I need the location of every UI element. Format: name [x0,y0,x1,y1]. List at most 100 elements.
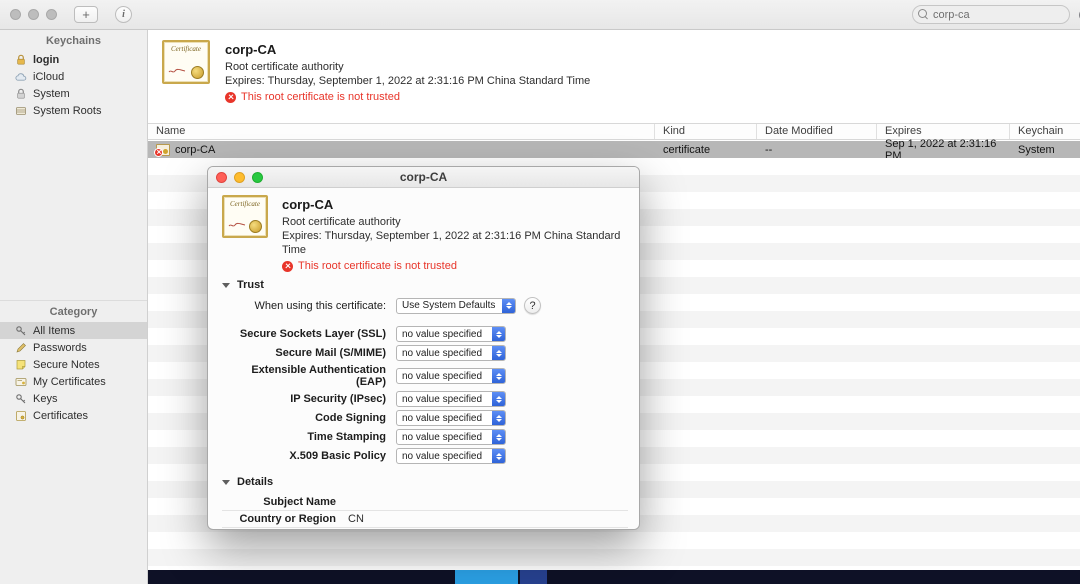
trust-section-toggle[interactable]: Trust [222,279,625,291]
certificate-icon [15,410,27,422]
search-input[interactable] [933,8,1075,21]
when-using-dropdown[interactable]: Use System Defaults [396,297,516,314]
policy-label-eap: Extensible Authentication (EAP) [251,364,386,388]
sidebar-item-label: Passwords [33,341,87,354]
country-value: CN [348,513,364,525]
taskbar-item[interactable] [520,570,547,584]
sidebar-item-label: My Certificates [33,375,106,388]
close-window-button[interactable] [10,9,21,20]
policy-value: no value specified [402,393,483,405]
keychains-header: Keychains [45,35,102,47]
trust-warning: This root certificate is not trusted [298,260,457,272]
stepper-icon [492,369,505,383]
collection-icon [15,105,27,117]
details-block: Subject Name Country or Region CN Common… [222,494,628,529]
certificate-expiry: Expires: Thursday, September 1, 2022 at … [225,75,591,87]
policy-label-time-stamping: Time Stamping [307,431,386,443]
certificate-expiry: Expires: Thursday, September 1, 2022 at … [282,230,621,256]
sidebar-item-label: All Items [33,324,76,337]
column-header-name[interactable]: Name [148,124,655,139]
sidebar-item-label: System Roots [33,104,102,117]
minimize-window-button[interactable] [28,9,39,20]
column-header-keychain[interactable]: Keychain [1010,124,1080,139]
stepper-icon [492,392,505,406]
keychain-access-window: + i Keychains login iCloud System [0,0,1080,584]
sidebar-item-system-roots[interactable]: System Roots [0,102,147,119]
sidebar-item-label: System [33,87,70,100]
row-date-modified: -- [765,143,773,156]
policy-dropdown-time-stamping[interactable]: no value specified [396,429,506,445]
certificate-name: corp-CA [282,197,334,212]
dialog-titlebar[interactable]: corp-CA [208,167,639,188]
policy-value: no value specified [402,328,483,340]
sidebar-item-label: iCloud [33,70,65,83]
policy-label-code-signing: Code Signing [315,412,386,424]
policy-value: no value specified [402,370,483,382]
details-section-label: Details [237,476,274,488]
sidebar-item-icloud[interactable]: iCloud [0,68,147,85]
when-using-value: Use System Defaults [402,300,496,311]
details-section-toggle[interactable]: Details [222,476,625,488]
disclosure-triangle-icon [222,479,230,485]
country-label: Country or Region [239,513,336,525]
pencil-icon [15,342,27,354]
sidebar-item-login[interactable]: login [0,51,147,68]
sidebar-item-certificates[interactable]: Certificates [0,407,147,424]
certificate-icon: Certificate [162,40,210,84]
disclosure-triangle-icon [222,282,230,288]
policy-value: no value specified [402,431,483,443]
sidebar-item-label: Keys [33,392,58,405]
row-kind: certificate [663,143,711,156]
help-button[interactable]: ? [524,297,541,314]
policy-label-ssl: Secure Sockets Layer (SSL) [239,328,386,340]
sidebar-item-all-items[interactable]: All Items [0,322,147,339]
policy-dropdown-smime[interactable]: no value specified [396,345,506,361]
policy-dropdown-code-signing[interactable]: no value specified [396,410,506,426]
table-row[interactable]: corp-CA certificate -- Sep 1, 2022 at 2:… [148,138,1080,162]
sidebar-item-passwords[interactable]: Passwords [0,339,147,356]
key-icon [15,393,27,405]
window-toolbar: + i [0,0,1080,30]
sidebar-item-secure-notes[interactable]: Secure Notes [0,356,147,373]
sidebar-item-my-certificates[interactable]: My Certificates [0,373,147,390]
stepper-icon [492,346,505,360]
dialog-certificate-summary: Certificate corp-CA Root certificate aut… [222,195,625,272]
column-header-kind[interactable]: Kind [655,124,757,139]
add-item-button[interactable]: + [74,6,98,23]
policy-label-ipsec: IP Security (IPsec) [290,393,386,405]
taskbar-active-item[interactable] [455,570,518,584]
policy-dropdown-eap[interactable]: no value specified [396,368,506,384]
sidebar-item-keys[interactable]: Keys [0,390,147,407]
policy-label-smime: Secure Mail (S/MIME) [275,347,386,359]
sidebar-item-system[interactable]: System [0,85,147,102]
subject-name-header: Subject Name [263,496,336,508]
category-header: Category [0,300,147,322]
sidebar: Keychains login iCloud System System Roo… [0,30,148,584]
zoom-window-button[interactable] [46,9,57,20]
error-icon [225,91,236,103]
certificate-kind: Root certificate authority [225,61,344,73]
lock-icon [15,88,27,100]
policy-value: no value specified [402,450,483,462]
dialog-title: corp-CA [399,170,448,184]
card-icon [15,376,27,388]
key-icon [15,325,27,337]
stepper-icon [502,298,515,313]
host-taskbar [148,570,1080,584]
stepper-icon [492,411,505,425]
search-field[interactable] [912,5,1080,24]
search-icon [918,9,929,20]
policy-dropdown-ssl[interactable]: no value specified [396,326,506,342]
seal-icon [249,220,262,233]
cloud-icon [15,71,27,83]
sidebar-item-label: login [33,53,60,66]
certificate-icon: Certificate [222,195,268,238]
lock-icon [15,54,27,66]
policy-value: no value specified [402,412,483,424]
info-button[interactable]: i [115,6,132,23]
row-name: corp-CA [175,143,216,156]
policy-dropdown-ipsec[interactable]: no value specified [396,391,506,407]
policy-dropdown-x509[interactable]: no value specified [396,448,506,464]
column-header-date-modified[interactable]: Date Modified [757,124,877,139]
stepper-icon [492,430,505,444]
